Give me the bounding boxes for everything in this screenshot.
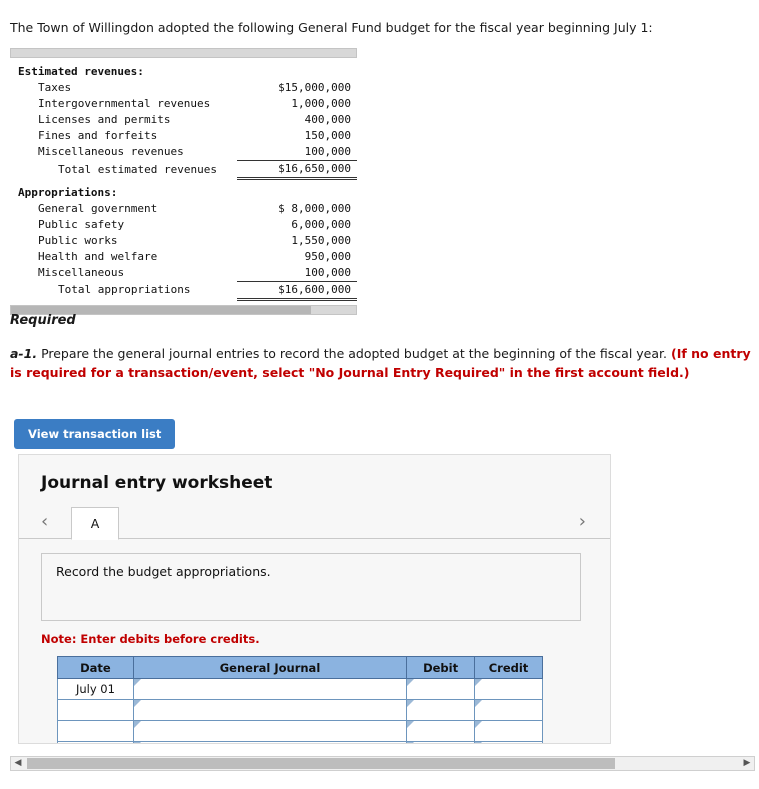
debits-before-credits-note: Note: Enter debits before credits. xyxy=(41,632,260,646)
tab-a[interactable]: A xyxy=(71,507,119,540)
debit-input[interactable] xyxy=(406,720,476,742)
revenue-amount: 1,000,000 xyxy=(291,97,351,110)
appropriation-label: General government xyxy=(38,201,158,215)
column-header-general-journal: General Journal xyxy=(132,656,408,679)
revenue-label: Intergovernmental revenues xyxy=(38,97,211,110)
intro-text: The Town of Willingdon adopted the follo… xyxy=(10,20,653,35)
table-row: Licenses and permits 400,000 xyxy=(10,112,357,128)
revenue-label: Taxes xyxy=(38,81,72,94)
column-header-date: Date xyxy=(57,656,134,679)
scroll-right-icon[interactable]: ▶ xyxy=(740,757,754,770)
account-select[interactable] xyxy=(132,741,408,743)
date-cell[interactable] xyxy=(57,741,134,743)
total-estimated-revenues-label: Total estimated revenues xyxy=(58,162,217,176)
table-row: General government $ 8,000,000 xyxy=(10,201,357,217)
table-row-total: Total appropriations $16,600,000 xyxy=(10,281,357,301)
date-cell[interactable] xyxy=(57,699,134,721)
total-estimated-revenues-amount: $16,650,000 xyxy=(237,160,357,180)
budget-table: Estimated revenues: Taxes $15,000,000 In… xyxy=(10,58,357,305)
account-select[interactable] xyxy=(132,720,408,742)
required-item-text: Prepare the general journal entries to r… xyxy=(41,346,667,361)
revenue-amount: 400,000 xyxy=(304,113,351,126)
appropriation-label: Public safety xyxy=(38,217,125,231)
table-row: Health and welfare 950,000 xyxy=(10,249,357,265)
table-row xyxy=(57,741,543,743)
table-header-row: Date General Journal Debit Credit xyxy=(57,656,543,679)
budget-scrollbar-top[interactable] xyxy=(10,48,357,58)
table-row: Public works 1,550,000 xyxy=(10,233,357,249)
table-row: Taxes $15,000,000 xyxy=(10,80,357,96)
revenue-label: Miscellaneous revenues xyxy=(38,145,184,159)
revenue-amount: $15,000,000 xyxy=(278,81,351,94)
credit-input[interactable] xyxy=(474,720,543,742)
debit-input[interactable] xyxy=(406,678,476,700)
scroll-left-icon[interactable]: ◀ xyxy=(11,757,25,770)
table-row: Fines and forfeits 150,000 xyxy=(10,128,357,144)
entry-description: Record the budget appropriations. xyxy=(56,564,271,579)
table-row xyxy=(57,699,543,721)
total-appropriations-label: Total appropriations xyxy=(58,283,191,296)
required-heading: Required xyxy=(10,313,76,328)
account-select[interactable] xyxy=(132,699,408,721)
required-item-label: a-1. xyxy=(10,346,38,361)
appropriation-amount: 1,550,000 xyxy=(291,233,351,247)
table-row: Miscellaneous revenues 100,000 xyxy=(10,144,357,161)
table-row: Intergovernmental revenues 1,000,000 xyxy=(10,96,357,112)
account-select[interactable] xyxy=(132,678,408,700)
credit-input[interactable] xyxy=(474,678,543,700)
date-cell[interactable] xyxy=(57,720,134,742)
budget-section-header: Appropriations: xyxy=(10,185,357,201)
column-header-credit: Credit xyxy=(474,656,543,679)
total-appropriations-amount: $16,600,000 xyxy=(237,281,357,301)
debit-input[interactable] xyxy=(406,741,476,743)
required-item: a-1. Prepare the general journal entries… xyxy=(10,344,755,382)
appropriations-title: Appropriations: xyxy=(18,185,118,199)
page-root: The Town of Willingdon adopted the follo… xyxy=(0,0,759,789)
worksheet-tabbar: ‹ A › xyxy=(19,507,610,540)
appropriation-label: Health and welfare xyxy=(38,249,158,263)
page-horizontal-scrollbar[interactable]: ◀ ▶ xyxy=(10,756,755,771)
revenue-amount: 100,000 xyxy=(237,144,357,161)
view-transaction-list-button[interactable]: View transaction list xyxy=(14,419,176,449)
date-cell[interactable]: July 01 xyxy=(57,678,134,700)
journal-entry-table: Date General Journal Debit Credit July 0… xyxy=(57,656,543,743)
table-row xyxy=(57,720,543,742)
worksheet-title: Journal entry worksheet xyxy=(41,473,273,493)
appropriation-amount: 950,000 xyxy=(304,249,351,263)
estimated-revenues-title: Estimated revenues: xyxy=(18,65,144,78)
revenue-label: Licenses and permits xyxy=(38,113,171,126)
debit-input[interactable] xyxy=(406,699,476,721)
table-row-total: Total estimated revenues $16,650,000 xyxy=(10,160,357,180)
credit-input[interactable] xyxy=(474,699,543,721)
table-row: Public safety 6,000,000 xyxy=(10,217,357,233)
appropriation-amount: $ 8,000,000 xyxy=(278,201,351,215)
credit-input[interactable] xyxy=(474,741,543,743)
appropriation-label: Miscellaneous xyxy=(38,265,125,279)
appropriation-amount: 100,000 xyxy=(237,264,357,282)
table-row: Miscellaneous 100,000 xyxy=(10,264,357,282)
next-tab-icon[interactable]: › xyxy=(579,511,586,533)
revenue-label: Fines and forfeits xyxy=(38,129,158,142)
budget-panel: Estimated revenues: Taxes $15,000,000 In… xyxy=(10,48,357,315)
appropriation-label: Public works xyxy=(38,233,118,247)
entry-description-box: Record the budget appropriations. xyxy=(41,553,581,621)
journal-entry-worksheet: Journal entry worksheet ‹ A › Record the… xyxy=(18,454,611,744)
scrollbar-thumb[interactable] xyxy=(27,758,615,769)
revenue-amount: 150,000 xyxy=(304,129,351,142)
column-header-debit: Debit xyxy=(406,656,476,679)
budget-section-header: Estimated revenues: xyxy=(10,64,357,80)
appropriation-amount: 6,000,000 xyxy=(291,217,351,231)
table-row: July 01 xyxy=(57,678,543,700)
prev-tab-icon[interactable]: ‹ xyxy=(41,511,48,533)
